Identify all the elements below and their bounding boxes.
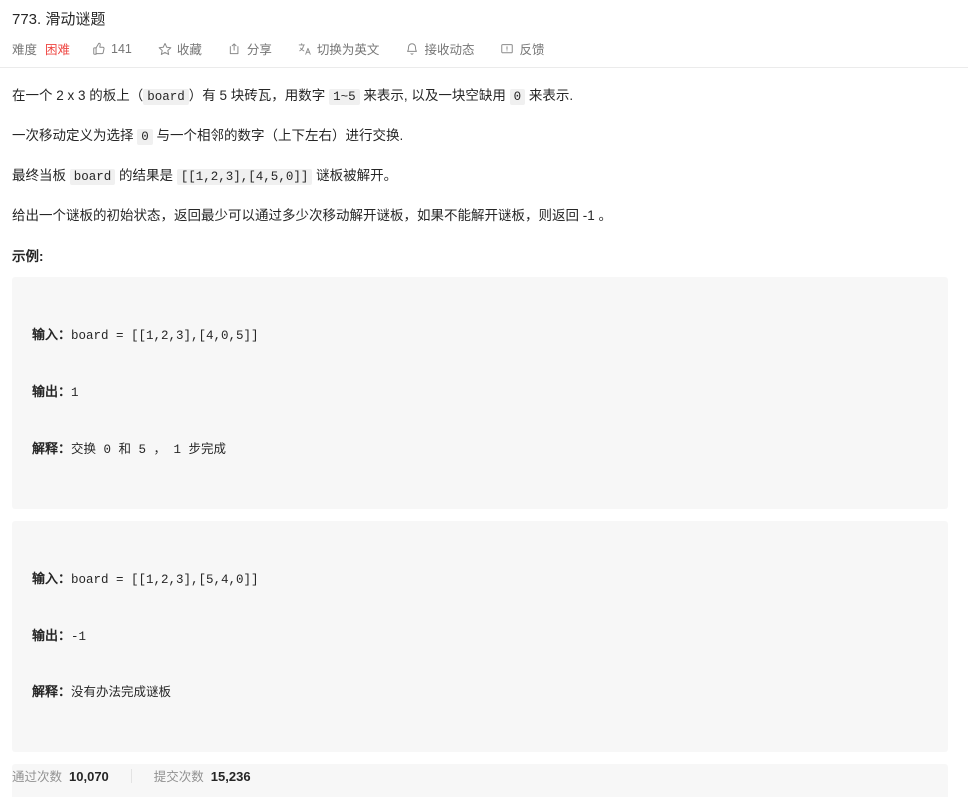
explain-value: 交换 0 和 5 ， 1 步完成 [71, 442, 227, 457]
inline-code-range: 1~5 [329, 89, 360, 105]
example-explain-line: 解释：交换 0 和 5 ， 1 步完成 [32, 440, 932, 460]
explain-label: 解释： [32, 684, 72, 700]
problem-stats: 通过次数 10,070 提交次数 15,236 [0, 757, 968, 797]
translate-label: 切换为英文 [316, 43, 380, 57]
inline-code-zero: 0 [137, 129, 153, 145]
example-block: 输入：board = [[1,2,3],[4,0,5]] 输出：1 解释：交换 … [12, 277, 948, 509]
subscribe-button[interactable]: 接收动态 [405, 39, 474, 58]
inline-code-zero: 0 [509, 89, 526, 105]
thumbs-up-icon [92, 42, 106, 56]
like-button[interactable]: 141 [92, 42, 132, 56]
submissions-value: 15,236 [210, 769, 251, 784]
page-title: 773. 滑动谜题 [12, 11, 106, 28]
inline-code-goal: [[1,2,3],[4,5,0]] [176, 169, 313, 185]
submissions-label: 提交次数 [153, 770, 204, 784]
output-label: 输出： [32, 383, 72, 399]
accepted-value: 10,070 [69, 769, 109, 784]
bell-icon [405, 42, 419, 56]
accepted-stat: 通过次数 10,070 [12, 766, 109, 785]
output-label: 输出： [32, 627, 72, 643]
accepted-label: 通过次数 [12, 770, 63, 784]
translate-button[interactable]: 切换为英文 [298, 39, 380, 58]
problem-page: 773. 滑动谜题 难度 困难 141 收藏 分享 切换为英文 接收动态 反馈 … [0, 0, 968, 797]
input-value: board = [[1,2,3],[5,4,0]] [71, 572, 259, 587]
star-icon [158, 42, 172, 56]
desc-text: 一次移动定义为选择 [12, 128, 138, 143]
translate-icon [298, 42, 312, 56]
desc-text: 与一个相邻的数字（上下左右）进行交换. [152, 128, 404, 143]
share-icon [228, 42, 242, 56]
description-paragraph-2: 一次移动定义为选择 0 与一个相邻的数字（上下左右）进行交换. [12, 125, 948, 148]
explain-label: 解释： [32, 440, 72, 456]
favorite-button[interactable]: 收藏 [158, 39, 202, 58]
difficulty-group: 难度 困难 [12, 39, 70, 58]
stats-divider [130, 768, 132, 783]
footer: 通过次数 10,070 提交次数 15,236 [0, 757, 968, 797]
problem-toolbar: 难度 困难 141 收藏 分享 切换为英文 接收动态 反馈 [0, 30, 968, 67]
favorite-label: 收藏 [176, 43, 202, 57]
desc-text: ）有 5 块砖瓦，用数字 [188, 88, 330, 103]
input-label: 输入： [32, 327, 72, 343]
desc-text: 来表示. [525, 88, 574, 103]
example-block: 输入：board = [[1,2,3],[5,4,0]] 输出：-1 解释：没有… [12, 520, 948, 753]
submissions-stat: 提交次数 15,236 [154, 766, 251, 785]
desc-text: 的结果是 [115, 168, 177, 183]
inline-code-board: board [69, 169, 116, 185]
difficulty-label: 难度 [12, 43, 38, 57]
feedback-label: 反馈 [519, 43, 545, 57]
examples-heading: 示例: [12, 249, 44, 264]
desc-text: 谜板被解开。 [312, 168, 398, 183]
subscribe-label: 接收动态 [424, 43, 475, 57]
share-label: 分享 [246, 43, 272, 57]
desc-text: 来表示, 以及一块空缺用 [359, 88, 510, 103]
desc-text: 最终当板 [12, 168, 70, 183]
example-input-line: 输入：board = [[1,2,3],[4,0,5]] [32, 326, 932, 346]
example-output-line: 输出：-1 [32, 627, 932, 647]
example-output-line: 输出：1 [32, 383, 932, 403]
feedback-button[interactable]: 反馈 [500, 39, 544, 58]
output-value: -1 [71, 629, 87, 644]
inline-code-board: board [143, 89, 189, 105]
status-badge: 困难 [45, 43, 71, 57]
input-label: 输入： [32, 570, 72, 586]
desc-text: 在一个 2 x 3 的板上（ [12, 88, 144, 103]
input-value: board = [[1,2,3],[4,0,5]] [71, 329, 259, 344]
description-paragraph-1: 在一个 2 x 3 的板上（ board ）有 5 块砖瓦，用数字 1~5 来表示,… [12, 85, 948, 108]
header-divider [0, 67, 968, 68]
output-value: 1 [71, 385, 79, 400]
example-explain-line: 解释：没有办法完成谜板 [32, 683, 932, 703]
explain-value: 没有办法完成谜板 [71, 686, 172, 701]
problem-content: 在一个 2 x 3 的板上（ board ）有 5 块砖瓦，用数字 1~5 来表示,… [0, 85, 968, 797]
like-count: 141 [111, 41, 132, 56]
example-input-line: 输入：board = [[1,2,3],[5,4,0]] [32, 570, 932, 590]
feedback-icon [500, 42, 514, 56]
description-paragraph-3: 最终当板 board 的结果是 [[1,2,3],[4,5,0]] 谜板被解开。 [12, 165, 948, 188]
description-paragraph-4: 给出一个谜板的初始状态，返回最少可以通过多少次移动解开谜板，如果不能解开谜板，则… [12, 208, 613, 223]
share-button[interactable]: 分享 [228, 39, 272, 58]
